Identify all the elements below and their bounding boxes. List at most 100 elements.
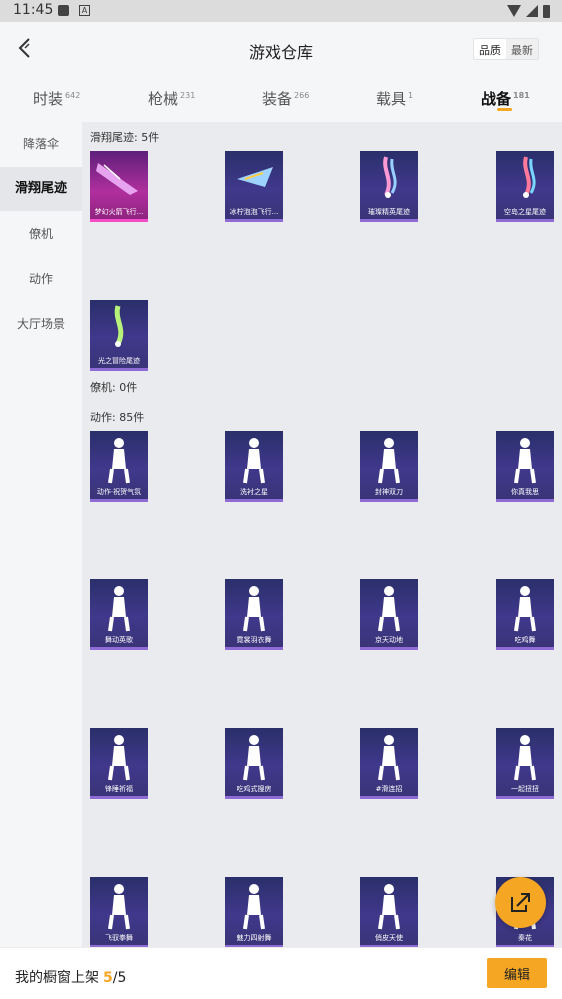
section-title-glide: 滑翔尾迹: 5件: [90, 131, 160, 144]
sort-quality-button[interactable]: 品质: [474, 39, 506, 59]
showcase-status: 我的橱窗上架 5/5: [15, 967, 126, 987]
dancer-icon: [243, 438, 265, 484]
app-notification-icon: A: [79, 5, 90, 16]
trail-icon: [523, 156, 536, 198]
sidebar-item-parachute[interactable]: 降落伞: [0, 122, 82, 166]
item-card[interactable]: 舞动英歌: [90, 579, 148, 650]
item-card[interactable]: 光之冒险尾迹: [90, 300, 148, 371]
dancer-icon: [514, 735, 536, 781]
tab-label: 载具: [376, 90, 407, 108]
dancer-icon: [514, 586, 536, 632]
tab-label: 时装: [33, 90, 64, 108]
tab-label: 枪械: [148, 90, 179, 108]
dancer-icon: [108, 438, 130, 484]
showcase-count-current: 5: [103, 970, 113, 986]
wifi-icon: [507, 5, 521, 17]
item-card[interactable]: 封神双刀: [360, 431, 418, 502]
status-bar: 11:45 A: [0, 0, 562, 22]
section-title-actions: 动作: 85件: [90, 411, 145, 424]
active-tab-indicator: [497, 108, 512, 111]
dancer-icon: [243, 735, 265, 781]
dancer-icon: [108, 586, 130, 632]
item-card[interactable]: 锋睡祈福: [90, 728, 148, 799]
dancer-icon: [243, 586, 265, 632]
share-external-icon: [511, 893, 530, 912]
item-label: 飞驭拳舞: [105, 934, 133, 942]
item-card[interactable]: 俏皮天使: [360, 877, 418, 947]
item-card[interactable]: 魅力四射舞: [225, 877, 283, 947]
rocket-glider-icon: [96, 163, 138, 195]
item-card[interactable]: 璀璨精英尾迹: [360, 151, 418, 222]
item-label: 舞动英歌: [105, 636, 133, 644]
item-card[interactable]: 吃鸡式搜房: [225, 728, 283, 799]
tab-count: 1: [408, 91, 414, 100]
item-label: 光之冒险尾迹: [98, 357, 140, 365]
share-fab-button[interactable]: [495, 877, 546, 928]
showcase-count-total: 5: [117, 970, 127, 986]
tab-guns[interactable]: 枪械 231: [148, 88, 195, 109]
section-title-wingman: 僚机: 0件: [90, 381, 138, 394]
tab-fashion[interactable]: 时装 642: [33, 88, 80, 109]
tab-label: 装备: [262, 90, 293, 108]
tab-count: 642: [65, 91, 81, 100]
tab-battle-prep[interactable]: 战备 181: [481, 88, 530, 109]
sidebar-item-wingman[interactable]: 僚机: [0, 212, 82, 256]
tab-vehicles[interactable]: 载具 1: [376, 88, 413, 109]
signal-icon: [526, 5, 538, 17]
sidebar-item-actions[interactable]: 动作: [0, 257, 82, 301]
item-label: 吃鸡舞: [514, 636, 536, 644]
item-label: 一起扭扭: [511, 785, 539, 793]
sidebar-item-lobby-scene[interactable]: 大厅场景: [0, 302, 82, 346]
tab-label: 战备: [481, 90, 512, 108]
item-card[interactable]: #滑连招: [360, 728, 418, 799]
item-card[interactable]: 洗衬之星: [225, 431, 283, 502]
showcase-label: 我的橱窗上架: [15, 970, 99, 986]
item-label: 俏皮天使: [375, 934, 403, 942]
trail-icon: [383, 156, 397, 198]
dancer-icon: [108, 884, 130, 930]
dancer-icon: [243, 884, 265, 930]
tab-equipment[interactable]: 装备 266: [262, 88, 309, 109]
bubble-glider-icon: [237, 167, 273, 187]
item-card[interactable]: 京天动地: [360, 579, 418, 650]
dancer-icon: [378, 735, 400, 781]
item-card[interactable]: 飞驭拳舞: [90, 877, 148, 947]
notification-icon: [58, 5, 69, 16]
status-icons: [507, 4, 550, 18]
dancer-icon: [514, 438, 536, 484]
item-label: 动作·祝贺气氛: [96, 488, 142, 496]
dancer-icon: [378, 438, 400, 484]
tab-count: 231: [180, 91, 196, 100]
item-card[interactable]: 你真我思: [496, 431, 554, 502]
item-label: 魅力四射舞: [236, 934, 272, 942]
item-label: 京天动地: [375, 636, 403, 644]
dancer-icon: [378, 586, 400, 632]
sidebar-item-glide-trail[interactable]: 滑翔尾迹: [0, 167, 82, 211]
tab-count: 181: [513, 91, 530, 100]
status-time: 11:45: [13, 2, 54, 18]
item-label: 锋睡祈福: [105, 785, 133, 793]
item-label: 你真我思: [511, 488, 539, 496]
sidebar: 降落伞 滑翔尾迹 僚机 动作 大厅场景: [0, 122, 82, 947]
bottom-bar: 我的橱窗上架 5/5 编辑: [0, 947, 562, 999]
sort-newest-button[interactable]: 最新: [506, 39, 538, 59]
edit-button[interactable]: 编辑: [487, 958, 547, 988]
item-card[interactable]: 冰柠泡泡飞行...: [225, 151, 283, 222]
item-label: 吃鸡式搜房: [236, 785, 272, 793]
sort-toggle: 品质 最新: [473, 38, 539, 60]
item-label: 秦花: [518, 934, 532, 942]
item-card[interactable]: 动作·祝贺气氛: [90, 431, 148, 502]
item-card[interactable]: 吃鸡舞: [496, 579, 554, 650]
item-label: 霓裳羽衣舞: [236, 636, 272, 644]
dancer-icon: [108, 735, 130, 781]
item-label: 洗衬之星: [240, 488, 268, 496]
item-grid: 滑翔尾迹: 5件 梦幻火箭飞行... 冰柠泡泡飞行... 璀璨精英尾迹 空岛之星…: [82, 122, 562, 947]
item-card[interactable]: 空岛之星尾迹: [496, 151, 554, 222]
item-card[interactable]: 霓裳羽衣舞: [225, 579, 283, 650]
item-card[interactable]: 一起扭扭: [496, 728, 554, 799]
item-card[interactable]: 梦幻火箭飞行...: [90, 151, 148, 222]
battery-icon: [543, 4, 550, 18]
category-tabs: 时装 642 枪械 231 装备 266 载具 1 战备 181: [0, 74, 562, 122]
dancer-icon: [378, 884, 400, 930]
item-label: 冰柠泡泡飞行...: [229, 208, 279, 216]
